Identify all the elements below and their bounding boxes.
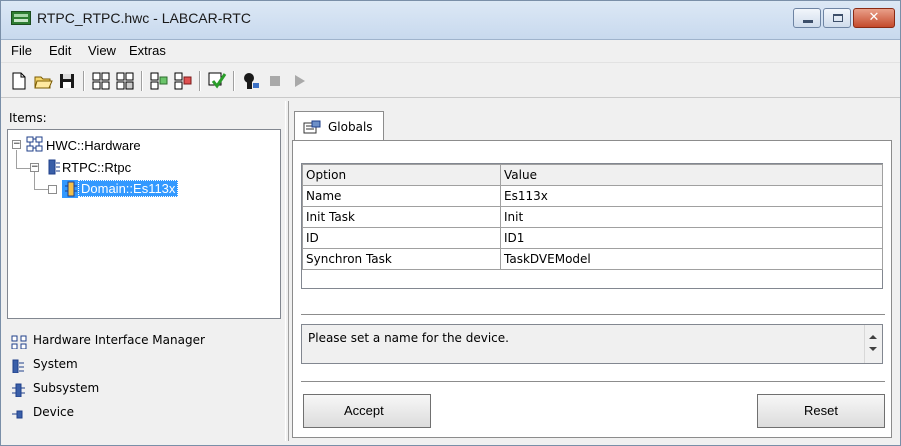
tree-connector <box>34 189 48 190</box>
menu-bar: File Edit View Extras <box>1 40 900 63</box>
tree-connector <box>34 172 35 189</box>
option-cell: Name <box>302 185 501 207</box>
minimize-button[interactable] <box>793 8 821 28</box>
table-row[interactable]: ID ID1 <box>302 227 883 249</box>
menu-view[interactable]: View <box>88 43 116 58</box>
tree-item-label-selected: Domain::Es113x <box>78 180 179 197</box>
divider <box>301 381 885 383</box>
save-icon[interactable] <box>57 71 77 91</box>
system-icon <box>12 359 24 373</box>
scroll-down-icon[interactable] <box>869 347 877 351</box>
toolbar-separator <box>141 71 143 91</box>
column-header-option: Option <box>302 164 501 186</box>
labcar-app-icon <box>11 11 31 25</box>
tree-connector <box>16 150 17 168</box>
toolbar-separator <box>233 71 235 91</box>
tree-item-label: RTPC::Rtpc <box>62 160 132 175</box>
table-row[interactable]: Synchron Task TaskDVEModel <box>302 248 883 270</box>
import-icon[interactable] <box>149 71 169 91</box>
reset-button[interactable]: Reset <box>757 394 885 428</box>
hardware-interface-manager-icon <box>26 136 43 152</box>
divider <box>301 314 885 316</box>
right-pane: Globals Option Value Name Es113x Init Ta… <box>290 101 896 441</box>
title-bar[interactable]: RTPC_RTPC.hwc - LABCAR-RTC ✕ <box>1 1 900 40</box>
message-scrollbar[interactable] <box>864 325 882 363</box>
option-cell: ID <box>302 227 501 249</box>
minimize-icon <box>803 20 813 23</box>
tab-label: Globals <box>328 120 373 134</box>
menu-extras[interactable]: Extras <box>129 43 166 58</box>
menu-edit[interactable]: Edit <box>49 43 71 58</box>
toolbar-separator <box>199 71 201 91</box>
connect-icon[interactable] <box>241 71 261 91</box>
accept-button[interactable]: Accept <box>303 394 431 428</box>
column-header-value: Value <box>500 164 883 186</box>
close-icon: ✕ <box>868 10 880 25</box>
toolbar <box>1 63 900 98</box>
window-title: RTPC_RTPC.hwc - LABCAR-RTC <box>37 10 251 26</box>
message-box: Please set a name for the device. <box>301 324 883 364</box>
left-pane: Items: − HWC::Hardware − RTPC::Rtpc Doma… <box>5 101 285 441</box>
value-cell[interactable]: TaskDVEModel <box>500 248 883 270</box>
subsystem-icon <box>65 181 77 197</box>
tab-globals[interactable]: Globals <box>294 111 384 141</box>
accept-button-label: Accept <box>344 403 384 418</box>
leaf-box <box>48 185 57 194</box>
options-grid[interactable]: Option Value Name Es113x Init Task Init … <box>301 163 883 289</box>
menu-file[interactable]: File <box>11 43 32 58</box>
reset-button-label: Reset <box>804 403 838 418</box>
close-button[interactable]: ✕ <box>853 8 895 28</box>
device-icon <box>12 410 23 419</box>
option-cell: Init Task <box>302 206 501 228</box>
table-row[interactable]: Init Task Init <box>302 206 883 228</box>
option-cell: Synchron Task <box>302 248 501 270</box>
properties-icon <box>303 120 321 134</box>
scroll-up-icon[interactable] <box>869 335 877 339</box>
stop-icon[interactable] <box>265 71 285 91</box>
app-window: RTPC_RTPC.hwc - LABCAR-RTC ✕ File Edit V… <box>0 0 901 446</box>
maximize-icon <box>833 14 843 22</box>
tree-item-label: HWC::Hardware <box>46 138 141 153</box>
legend-label: Subsystem <box>33 381 100 395</box>
remove-item-icon[interactable] <box>115 71 135 91</box>
items-label: Items: <box>9 111 47 125</box>
system-icon <box>48 159 60 175</box>
grid-header-row: Option Value <box>302 164 883 186</box>
value-cell[interactable]: Init <box>500 206 883 228</box>
new-icon[interactable] <box>9 71 29 91</box>
play-icon[interactable] <box>289 71 309 91</box>
table-row[interactable]: Name Es113x <box>302 185 883 207</box>
hardware-interface-manager-icon <box>11 335 27 349</box>
value-cell[interactable]: Es113x <box>500 185 883 207</box>
add-item-icon[interactable] <box>91 71 111 91</box>
subsystem-icon <box>12 383 25 397</box>
collapse-toggle[interactable]: − <box>12 140 21 149</box>
pane-splitter[interactable] <box>285 101 289 441</box>
toolbar-separator <box>83 71 85 91</box>
open-icon[interactable] <box>33 71 53 91</box>
maximize-button[interactable] <box>823 8 851 28</box>
tree-connector <box>16 168 30 169</box>
legend-label: Device <box>33 405 75 419</box>
check-icon[interactable] <box>207 71 227 91</box>
export-icon[interactable] <box>173 71 193 91</box>
legend-label: System <box>33 357 78 371</box>
message-text: Please set a name for the device. <box>308 331 509 345</box>
collapse-toggle[interactable]: − <box>30 163 39 172</box>
globals-panel: Option Value Name Es113x Init Task Init … <box>292 140 892 438</box>
legend-label: Hardware Interface Manager <box>33 333 205 347</box>
value-cell[interactable]: ID1 <box>500 227 883 249</box>
items-tree[interactable]: − HWC::Hardware − RTPC::Rtpc Domain::Es1… <box>7 129 281 319</box>
